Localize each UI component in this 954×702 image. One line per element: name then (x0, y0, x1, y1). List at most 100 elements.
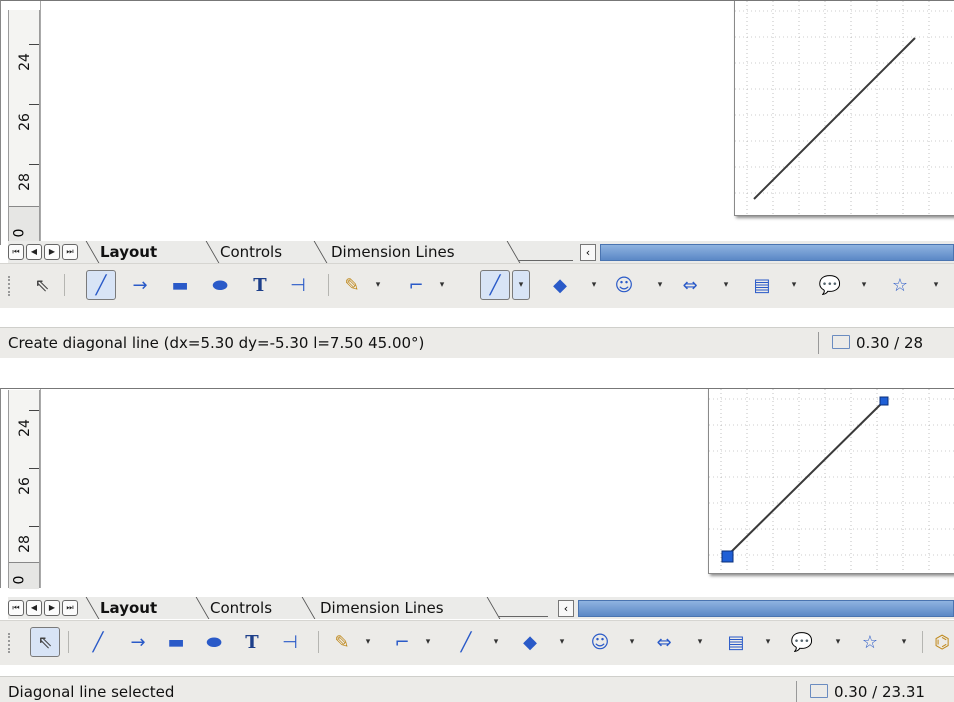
diagonal-line[interactable] (753, 37, 916, 200)
toolbar-grip[interactable] (8, 276, 13, 296)
end-handle-icon[interactable] (879, 396, 889, 406)
scroll-left-icon[interactable]: ‹ (580, 244, 596, 261)
previous-page-icon[interactable]: ◀ (26, 244, 42, 260)
next-page-icon[interactable]: ▶ (44, 600, 60, 616)
basic-shapes-icon[interactable]: ◆ (518, 630, 542, 654)
symbol-shapes-icon[interactable]: ☺ (588, 630, 612, 654)
drawing-page[interactable] (734, 0, 954, 216)
line-arrow-icon[interactable]: → (128, 273, 152, 297)
text-icon[interactable]: T (248, 273, 272, 297)
flowchart-dropdown-icon[interactable]: ▾ (762, 630, 774, 654)
select-arrow-icon[interactable]: ⇖ (30, 627, 60, 657)
symbol-shapes-dropdown-icon[interactable]: ▾ (654, 273, 666, 297)
dimension-line-icon[interactable]: ⊣ (278, 630, 302, 654)
ruler-label: 28 (17, 535, 33, 553)
tab-divider (195, 597, 210, 619)
drawing-page-svg (709, 389, 954, 573)
position-value: 0.30 / 23.31 (834, 683, 925, 701)
diagonal-line[interactable] (726, 400, 885, 557)
basic-shapes-dropdown-icon[interactable]: ▾ (588, 273, 600, 297)
connector-icon[interactable]: ⌐ (404, 273, 428, 297)
lines-arrows-dropdown-icon[interactable]: ▾ (490, 630, 502, 654)
panel-creating-line: 24 26 28 0 ⏮ ◀ ▶ ⏭ Layout Controls Dimen… (0, 0, 954, 360)
line-arrow-icon[interactable]: → (126, 630, 150, 654)
connector-icon[interactable]: ⌐ (390, 630, 414, 654)
lines-arrows-icon[interactable]: ╱ (480, 270, 510, 300)
last-page-icon[interactable]: ⏭ (62, 244, 78, 260)
ruler-tick (29, 104, 39, 105)
block-arrows-icon[interactable]: ⇔ (678, 273, 702, 297)
rectangle-icon[interactable]: ▬ (168, 273, 192, 297)
callouts-dropdown-icon[interactable]: ▾ (832, 630, 844, 654)
select-arrow-icon[interactable]: ⇖ (30, 273, 54, 297)
tab-blank-area (498, 599, 548, 617)
tab-dimension-lines[interactable]: Dimension Lines (320, 599, 444, 618)
curve-dropdown-icon[interactable]: ▾ (372, 273, 384, 297)
toolbar-separator (64, 274, 65, 296)
symbol-shapes-dropdown-icon[interactable]: ▾ (626, 630, 638, 654)
last-page-icon[interactable]: ⏭ (62, 600, 78, 616)
stars-dropdown-icon[interactable]: ▾ (898, 630, 910, 654)
dimension-line-icon[interactable]: ⊣ (286, 273, 310, 297)
callouts-icon[interactable]: 💬 (790, 630, 814, 654)
previous-page-icon[interactable]: ◀ (26, 600, 42, 616)
drawing-page-svg (735, 1, 954, 215)
ruler-tick (29, 468, 39, 469)
flowchart-icon[interactable]: ▤ (724, 630, 748, 654)
curve-icon[interactable]: ✎ (340, 273, 364, 297)
basic-shapes-icon[interactable]: ◆ (548, 273, 572, 297)
curve-dropdown-icon[interactable]: ▾ (362, 630, 374, 654)
callouts-dropdown-icon[interactable]: ▾ (858, 273, 870, 297)
symbol-shapes-icon[interactable]: ☺ (612, 273, 636, 297)
stars-dropdown-icon[interactable]: ▾ (930, 273, 942, 297)
ellipse-icon[interactable]: ⬬ (208, 273, 232, 297)
points-icon[interactable]: ⌬ (930, 630, 954, 654)
horizontal-scrollbar[interactable] (578, 600, 954, 617)
connector-dropdown-icon[interactable]: ▾ (422, 630, 434, 654)
drawing-page[interactable] (708, 388, 954, 574)
callouts-icon[interactable]: 💬 (818, 273, 842, 297)
vertical-ruler: 24 26 28 0 (8, 390, 40, 589)
basic-shapes-dropdown-icon[interactable]: ▾ (556, 630, 568, 654)
start-handle-icon[interactable] (721, 550, 734, 563)
sheet-tab-bar: ⏮ ◀ ▶ ⏭ Layout Controls Dimension Lines … (8, 241, 954, 263)
ruler-tick (29, 410, 39, 411)
drawing-toolbar: ⇖ ╱ → ▬ ⬬ T ⊣ ✎ ▾ ⌐ ▾ ╱ ▾ ◆ ▾ ☺ ▾ ⇔ ▾ ▤ … (0, 620, 954, 665)
scroll-left-icon[interactable]: ‹ (558, 600, 574, 617)
toolbar-separator (318, 631, 319, 653)
line-icon[interactable]: ╱ (86, 270, 116, 300)
toolbar-grip[interactable] (8, 633, 13, 653)
stars-icon[interactable]: ☆ (858, 630, 882, 654)
tab-layout[interactable]: Layout (100, 243, 157, 262)
status-position: 0.30 / 28 (832, 334, 923, 352)
horizontal-scrollbar[interactable] (600, 244, 954, 261)
status-separator (818, 332, 819, 354)
vertical-ruler: 24 26 28 0 (8, 10, 40, 244)
first-page-icon[interactable]: ⏮ (8, 600, 24, 616)
ruler-label: 28 (17, 173, 33, 191)
flowchart-dropdown-icon[interactable]: ▾ (788, 273, 800, 297)
tab-dimension-lines[interactable]: Dimension Lines (331, 243, 455, 262)
lines-arrows-dropdown-icon[interactable]: ▾ (512, 270, 530, 300)
ruler-zero-label: 0 (11, 228, 28, 238)
curve-icon[interactable]: ✎ (330, 630, 354, 654)
block-arrows-dropdown-icon[interactable]: ▾ (694, 630, 706, 654)
next-page-icon[interactable]: ▶ (44, 244, 60, 260)
line-icon[interactable]: ╱ (86, 630, 110, 654)
tab-controls[interactable]: Controls (220, 243, 282, 262)
tab-controls[interactable]: Controls (210, 599, 272, 618)
first-page-icon[interactable]: ⏮ (8, 244, 24, 260)
flowchart-icon[interactable]: ▤ (750, 273, 774, 297)
ellipse-icon[interactable]: ⬬ (202, 630, 226, 654)
rectangle-icon[interactable]: ▬ (164, 630, 188, 654)
connector-dropdown-icon[interactable]: ▾ (436, 273, 448, 297)
lines-arrows-icon[interactable]: ╱ (454, 630, 478, 654)
block-arrows-dropdown-icon[interactable]: ▾ (720, 273, 732, 297)
tab-blank-area (518, 243, 573, 261)
block-arrows-icon[interactable]: ⇔ (652, 630, 676, 654)
tab-layout[interactable]: Layout (100, 599, 157, 618)
stars-icon[interactable]: ☆ (888, 273, 912, 297)
text-icon[interactable]: T (240, 630, 264, 654)
ruler-tick (29, 526, 39, 527)
page-grid (709, 389, 954, 573)
